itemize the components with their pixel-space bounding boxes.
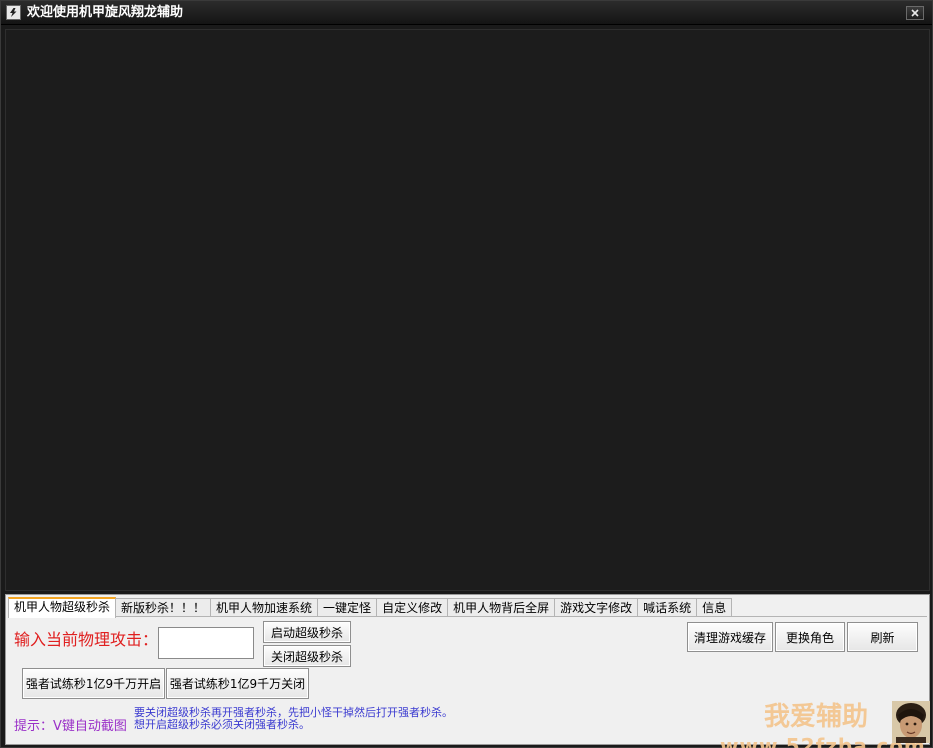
close-button[interactable] [906,6,924,20]
clear-cache-button[interactable]: 清理游戏缓存 [687,622,773,652]
hint-label: 提示：V键自动截图 [14,719,127,734]
trial-kill-off-button[interactable]: 强者试练秒1亿9千万关闭 [166,668,309,699]
tab-shout-system[interactable]: 喊话系统 [637,598,698,617]
trial-kill-on-button[interactable]: 强者试练秒1亿9千万开启 [22,668,165,699]
attack-input[interactable] [158,627,254,659]
main-window: 欢迎使用机甲旋风翔龙辅助 机甲人物超级秒杀 新版秒杀！！！ 机甲人物加速系统 一… [0,0,933,748]
tab-freeze-monsters[interactable]: 一键定怪 [317,598,378,617]
tab-mecha-speed[interactable]: 机甲人物加速系统 [210,598,319,617]
control-panel: 机甲人物超级秒杀 新版秒杀！！！ 机甲人物加速系统 一键定怪 自定义修改 机甲人… [5,594,930,748]
hint-line-2: 想开启超级秒杀必须关闭强者秒杀。 [134,718,310,731]
tab-mecha-back-fullscreen[interactable]: 机甲人物背后全屏 [447,598,556,617]
tab-content: 输入当前物理攻击： 启动超级秒杀 关闭超级秒杀 强者试练秒1亿9千万开启 强者试… [8,616,930,748]
start-super-kill-button[interactable]: 启动超级秒杀 [263,621,351,643]
title-bar[interactable]: 欢迎使用机甲旋风翔龙辅助 [1,1,932,25]
avatar [892,701,930,743]
tab-mecha-super-kill[interactable]: 机甲人物超级秒杀 [8,597,117,618]
tab-game-text-modify[interactable]: 游戏文字修改 [554,598,639,617]
attack-label: 输入当前物理攻击： [14,630,159,649]
game-viewport[interactable] [5,29,930,591]
close-icon [911,9,919,17]
watermark-text: 我爱辅助 [764,702,869,732]
window-title: 欢迎使用机甲旋风翔龙辅助 [27,5,184,20]
stop-super-kill-button[interactable]: 关闭超级秒杀 [263,645,351,667]
tab-info[interactable]: 信息 [696,598,733,617]
tab-strip: 机甲人物超级秒杀 新版秒杀！！！ 机甲人物加速系统 一键定怪 自定义修改 机甲人… [8,597,733,618]
refresh-button[interactable]: 刷新 [847,622,918,652]
switch-role-button[interactable]: 更换角色 [775,622,845,652]
tab-custom-modify[interactable]: 自定义修改 [376,598,449,617]
tab-new-kill[interactable]: 新版秒杀！！！ [115,598,212,617]
app-logo-icon [6,5,21,20]
